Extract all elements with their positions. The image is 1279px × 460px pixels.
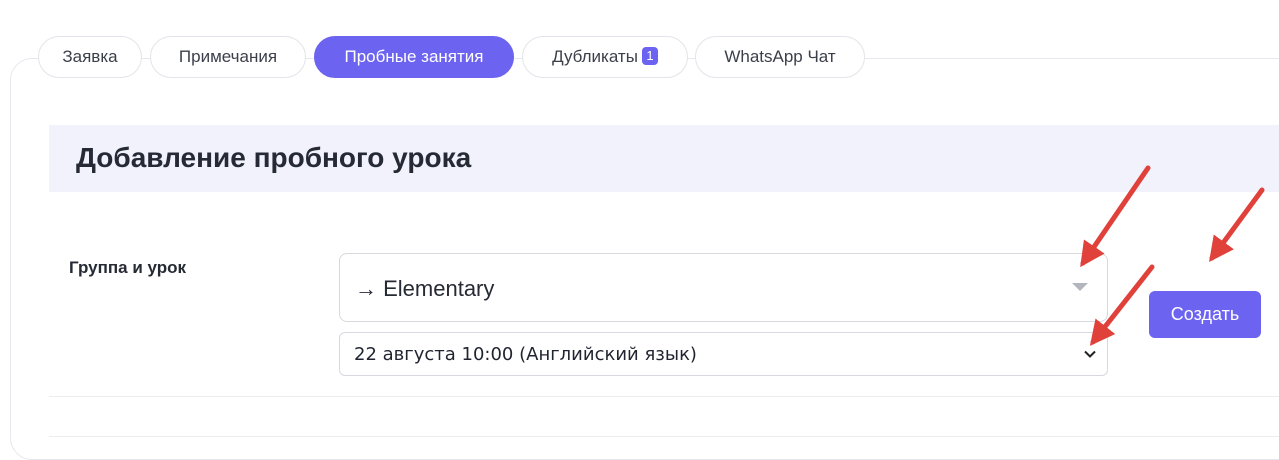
tab-label: Примечания: [178, 47, 278, 66]
tab-zayavka[interactable]: Заявка: [38, 36, 142, 78]
group-lesson-label: Группа и урок: [69, 258, 186, 277]
section-header: Добавление пробного урока: [49, 125, 1279, 192]
duplicates-count-badge: 1: [641, 47, 658, 65]
tab-dublikaty[interactable]: Дубликаты 1: [522, 36, 688, 78]
lesson-select-value: 22 августа 10:00 (Английский язык): [354, 344, 697, 365]
section-title: Добавление пробного урока: [76, 142, 472, 173]
tab-label: Пробные занятия: [344, 47, 484, 66]
chevron-down-icon: [1084, 350, 1096, 358]
divider: [49, 396, 1279, 397]
group-select[interactable]: → Elementary: [339, 253, 1108, 322]
group-select-value: → Elementary: [355, 276, 495, 301]
lesson-select[interactable]: 22 августа 10:00 (Английский язык): [339, 332, 1108, 376]
tab-probnye-zanyatiya[interactable]: Пробные занятия: [314, 36, 514, 78]
tab-label: Дубликаты: [552, 47, 638, 66]
caret-down-icon: [1072, 283, 1088, 291]
divider: [49, 436, 1279, 437]
tab-primechaniya[interactable]: Примечания: [150, 36, 306, 78]
tab-label: WhatsApp Чат: [724, 47, 836, 66]
tab-whatsapp-chat[interactable]: WhatsApp Чат: [695, 36, 865, 78]
tab-label: Заявка: [62, 47, 118, 66]
create-button[interactable]: Создать: [1149, 291, 1261, 338]
